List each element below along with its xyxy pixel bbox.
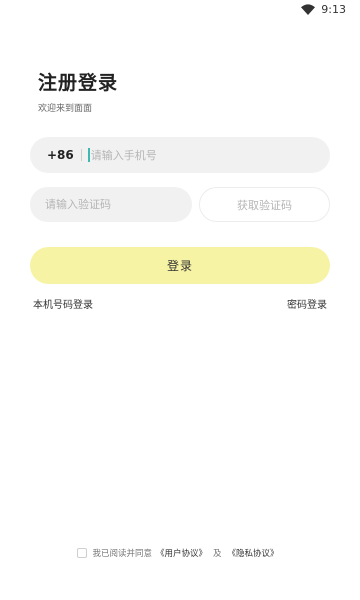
status-bar: 9:13	[0, 0, 360, 18]
user-agreement-link[interactable]: 《用户协议》	[156, 547, 207, 559]
status-time: 9:13	[321, 2, 346, 16]
agreement-checkbox[interactable]	[77, 548, 88, 558]
agreement-and: 及	[213, 549, 222, 559]
verification-code-field[interactable]	[30, 187, 192, 222]
agreement-prefix: 我已阅读并同意	[92, 549, 152, 559]
phone-field[interactable]: +86	[30, 137, 330, 173]
page-title: 注册登录	[38, 72, 119, 94]
text-caret	[87, 148, 90, 162]
wifi-icon	[301, 3, 316, 15]
get-code-button[interactable]: 获取验证码	[199, 187, 330, 222]
verification-code-input[interactable]	[45, 198, 185, 211]
login-screen: 9:13 注册登录 欢迎来到面面 +86 获取验证码 登录 本机号码登录 密码登…	[0, 0, 360, 600]
divider	[80, 149, 82, 161]
local-number-login-link[interactable]: 本机号码登录	[33, 296, 93, 311]
country-code-selector[interactable]: +86	[47, 148, 74, 162]
phone-input[interactable]	[90, 148, 291, 162]
privacy-policy-link[interactable]: 《隐私协议》	[228, 547, 279, 559]
page-subtitle: 欢迎来到面面	[38, 104, 93, 114]
password-login-link[interactable]: 密码登录	[287, 296, 327, 311]
agreement-row: 我已阅读并同意 《用户协议》 及 《隐私协议》	[0, 547, 360, 559]
login-button[interactable]: 登录	[30, 247, 330, 284]
